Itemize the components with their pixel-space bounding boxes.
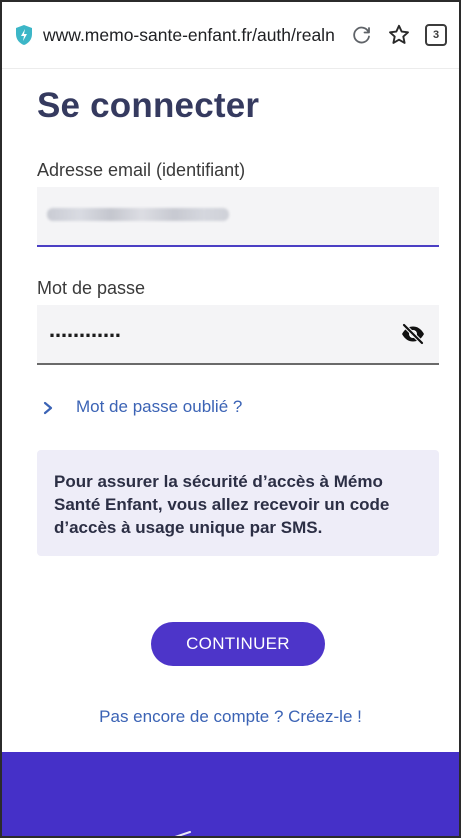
forgot-password-label[interactable]: Mot de passe oublié ?: [76, 397, 242, 417]
tab-count-button[interactable]: 3: [425, 24, 447, 46]
password-label: Mot de passe: [37, 278, 146, 298]
browser-viewport: www.memo-sante-enfant.fr/auth/realn 3 Se…: [0, 0, 461, 838]
star-outline-icon[interactable]: [387, 23, 411, 47]
email-value-blurred: [47, 208, 229, 221]
password-masked-value: ․․․․․․․․․․․․: [49, 321, 121, 341]
email-label: Adresse email (identifiant): [37, 160, 246, 180]
chevron-right-icon: [42, 400, 54, 415]
sms-info-notice: Pour assurer la sécurité d’accès à Mémo …: [37, 450, 439, 556]
email-field[interactable]: [37, 187, 439, 247]
footer-logo-fragment: [174, 831, 191, 836]
forgot-password-link[interactable]: Mot de passe oublié ?: [42, 397, 242, 417]
browser-address-bar: www.memo-sante-enfant.fr/auth/realn 3: [2, 2, 459, 69]
url-text[interactable]: www.memo-sante-enfant.fr/auth/realn: [43, 25, 335, 46]
continue-button[interactable]: CONTINUER: [151, 622, 325, 666]
create-account-link[interactable]: Pas encore de compte ? Créez-le !: [2, 707, 459, 727]
shield-icon[interactable]: [14, 24, 34, 46]
password-field[interactable]: ․․․․․․․․․․․․: [37, 305, 439, 365]
footer-banner: [2, 752, 459, 836]
page-title: Se connecter: [37, 86, 260, 125]
eye-slash-icon[interactable]: [400, 322, 426, 346]
reload-icon[interactable]: [351, 24, 373, 46]
